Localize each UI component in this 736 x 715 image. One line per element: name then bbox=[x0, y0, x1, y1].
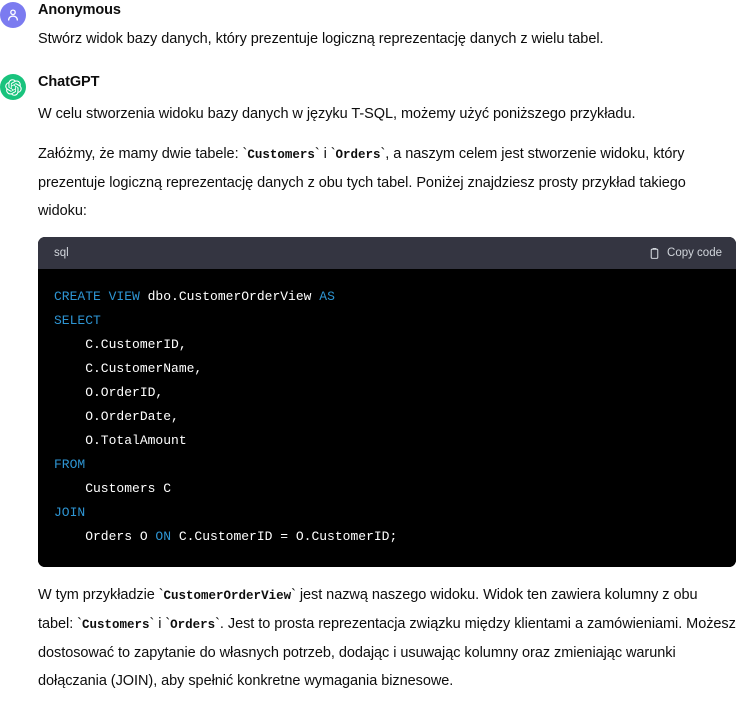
assistant-author-name: ChatGPT bbox=[38, 74, 100, 90]
user-message-body: Anonymous Stwórz widok bazy danych, któr… bbox=[30, 0, 736, 50]
user-message-text: Stwórz widok bazy danych, który prezentu… bbox=[38, 31, 604, 47]
code-token: Orders O bbox=[54, 529, 156, 544]
code-language-label: sql bbox=[54, 247, 69, 259]
paragraph-2-text-part-1: Załóżmy, że mamy dwie tabele: ` bbox=[38, 146, 248, 162]
assistant-message-body: ChatGPT W celu stworzenia widoku bazy da… bbox=[30, 72, 736, 695]
assistant-paragraph-2: Załóżmy, że mamy dwie tabele: `Customers… bbox=[38, 140, 736, 225]
paragraph-2-text-part-2: ` i ` bbox=[314, 146, 336, 162]
user-author-name: Anonymous bbox=[38, 2, 121, 18]
code-token: FROM bbox=[54, 457, 86, 472]
paragraph-3-text-part-3: ` i ` bbox=[149, 616, 171, 632]
code-token: O.OrderDate, bbox=[54, 409, 179, 424]
inline-code-customers-1: Customers bbox=[247, 148, 315, 162]
assistant-avatar-column bbox=[0, 72, 30, 100]
message-assistant: ChatGPT W celu stworzenia widoku bazy da… bbox=[0, 72, 736, 695]
clipboard-icon bbox=[648, 247, 661, 260]
inline-code-orders-2: Orders bbox=[170, 618, 216, 632]
openai-logo-icon bbox=[0, 74, 26, 100]
user-avatar-column bbox=[0, 0, 30, 28]
code-token: ON bbox=[155, 529, 172, 544]
code-token: SELECT bbox=[54, 313, 101, 328]
code-token: Customers C bbox=[54, 481, 172, 496]
code-token: C.CustomerName, bbox=[54, 361, 203, 376]
paragraph-3-text-part-1: W tym przykładzie ` bbox=[38, 587, 164, 603]
assistant-paragraph-1: W celu stworzenia widoku bazy danych w j… bbox=[38, 106, 636, 122]
copy-code-button[interactable]: Copy code bbox=[648, 247, 722, 260]
conversation-thread: Anonymous Stwórz widok bazy danych, któr… bbox=[0, 0, 736, 695]
code-token: CREATE VIEW bbox=[54, 289, 148, 304]
user-person-icon bbox=[0, 2, 26, 28]
code-token: JOIN bbox=[54, 505, 86, 520]
code-token: C.CustomerID = O.CustomerID; bbox=[171, 529, 398, 544]
assistant-paragraph-3: W tym przykładzie `CustomerOrderView` je… bbox=[38, 581, 736, 695]
code-token: O.TotalAmount bbox=[54, 433, 187, 448]
message-user: Anonymous Stwórz widok bazy danych, któr… bbox=[0, 0, 736, 50]
code-token: AS bbox=[319, 289, 335, 304]
inline-code-orders-1: Orders bbox=[335, 148, 381, 162]
code-content: CREATE VIEW dbo.CustomerOrderView AS SEL… bbox=[54, 285, 720, 549]
code-block-body[interactable]: CREATE VIEW dbo.CustomerOrderView AS SEL… bbox=[38, 269, 736, 567]
inline-code-customerorderview: CustomerOrderView bbox=[163, 589, 292, 603]
code-token: O.OrderID, bbox=[54, 385, 164, 400]
inline-code-customers-2: Customers bbox=[81, 618, 150, 632]
code-block-header: sql Copy code bbox=[38, 237, 736, 269]
copy-code-label: Copy code bbox=[667, 247, 722, 259]
code-token: dbo.CustomerOrderView bbox=[147, 289, 320, 304]
code-token: C.CustomerID, bbox=[54, 337, 187, 352]
code-block: sql Copy code CREATE VIEW dbo.CustomerOr… bbox=[38, 237, 736, 567]
